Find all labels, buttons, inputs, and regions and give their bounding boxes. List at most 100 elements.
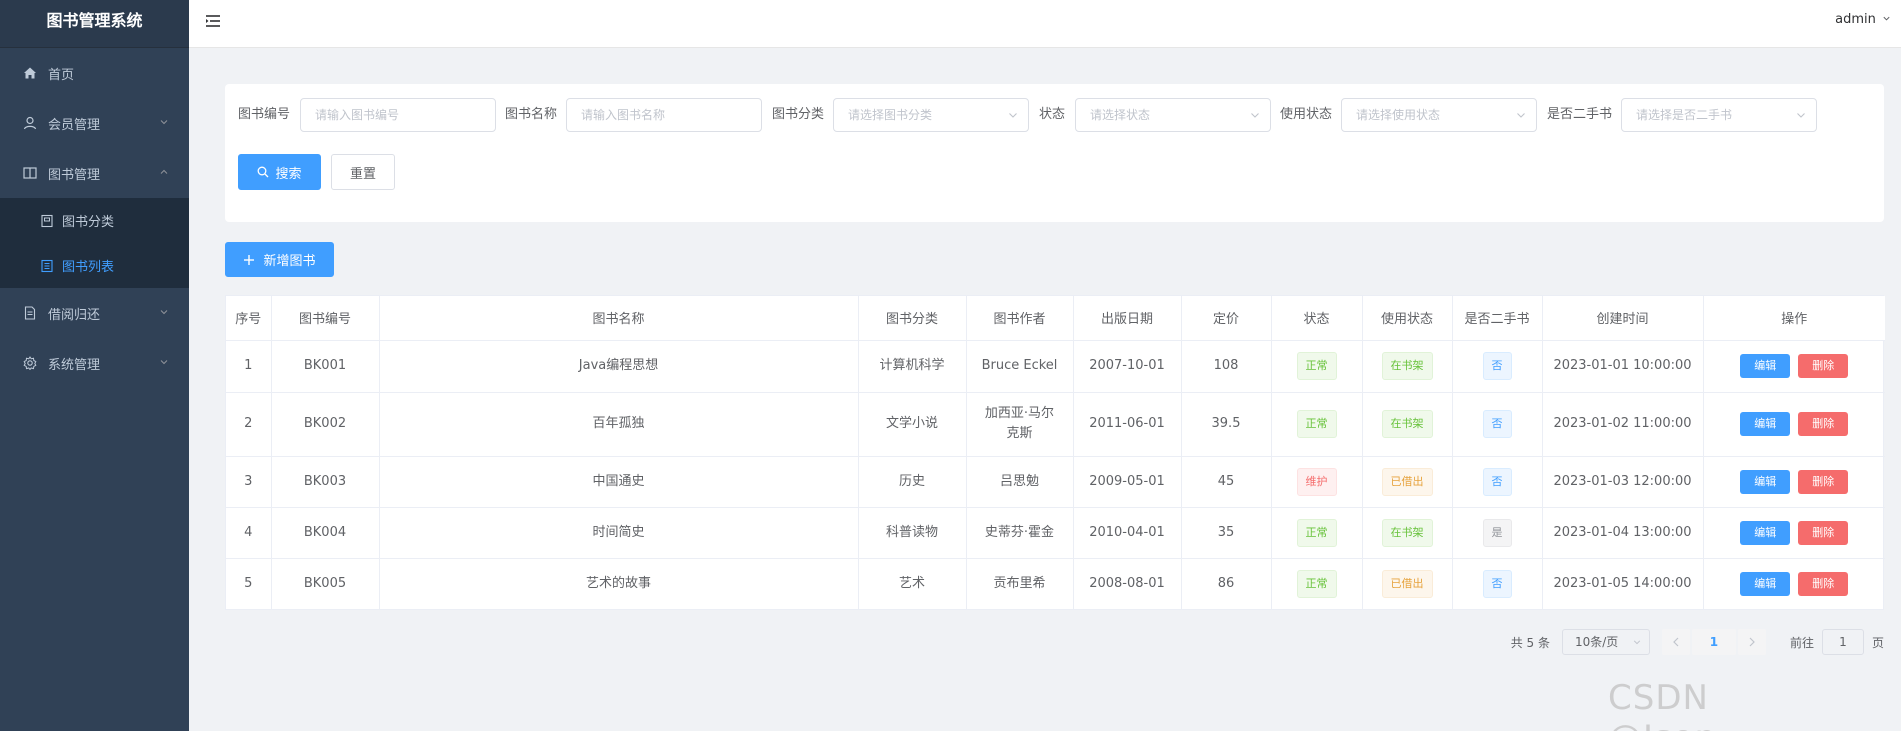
use-status-select[interactable]: 请选择使用状态 bbox=[1341, 98, 1537, 132]
book-name-input[interactable]: 请输入图书名称 bbox=[566, 98, 762, 132]
book-category-select[interactable]: 请选择图书分类 bbox=[833, 98, 1029, 132]
second-hand-badge: 否 bbox=[1482, 410, 1512, 438]
chevron-right-icon bbox=[1749, 637, 1755, 647]
second-hand-badge: 是 bbox=[1482, 518, 1512, 547]
table-header-row: 序号 图书编号 图书名称 图书分类 图书作者 出版日期 定价 状态 使用状态 是… bbox=[226, 296, 1885, 341]
book-category: 科普读物 bbox=[858, 507, 967, 559]
book-name: 艺术的故事 bbox=[379, 558, 859, 609]
row-index: 3 bbox=[226, 456, 272, 508]
use-status-badge: 在书架 bbox=[1381, 352, 1433, 380]
sidebar-item-borrow[interactable]: 借阅归还 bbox=[0, 288, 189, 338]
created-time: 2023-01-02 11:00:00 bbox=[1542, 392, 1704, 457]
publish-date: 2010-04-01 bbox=[1073, 507, 1182, 559]
delete-button[interactable]: 删除 bbox=[1798, 469, 1849, 494]
chevron-down-icon bbox=[1797, 113, 1805, 118]
column-header: 图书作者 bbox=[966, 296, 1074, 341]
plus-icon bbox=[244, 254, 255, 265]
chevron-down-icon bbox=[1517, 113, 1525, 118]
row-index: 2 bbox=[226, 392, 272, 457]
book-author: 吕思勉 bbox=[966, 456, 1074, 508]
goto-suffix: 页 bbox=[1871, 635, 1884, 650]
sidebar-item-books[interactable]: 图书管理 bbox=[0, 148, 189, 198]
chevron-down-icon bbox=[1883, 16, 1890, 21]
book-name: Java编程思想 bbox=[379, 340, 859, 393]
sidebar-item-label: 图书列表 bbox=[62, 260, 115, 275]
use-status-badge: 已借出 bbox=[1381, 569, 1433, 598]
delete-button[interactable]: 删除 bbox=[1798, 571, 1849, 596]
page-size-select[interactable]: 10条/页 bbox=[1561, 629, 1650, 655]
book-author: 加西亚·马尔克斯 bbox=[966, 392, 1074, 457]
sidebar-item-label: 图书分类 bbox=[62, 215, 115, 230]
book-name-label: 图书名称 bbox=[505, 107, 558, 122]
sidebar-item-book-category[interactable]: 图书分类 bbox=[0, 198, 189, 243]
book-category: 计算机科学 bbox=[858, 340, 967, 393]
search-form: 图书编号 请输入图书编号 图书名称 请输入图书名称 图书分类 请选择图书分类 状… bbox=[225, 84, 1884, 222]
hamburger-icon[interactable] bbox=[205, 14, 221, 28]
topbar: admin bbox=[189, 0, 1901, 48]
column-header: 操作 bbox=[1703, 296, 1885, 341]
use-status-badge: 已借出 bbox=[1381, 467, 1433, 496]
row-index: 4 bbox=[226, 507, 272, 559]
publish-date: 2009-05-01 bbox=[1073, 456, 1182, 508]
chevron-down-icon bbox=[1251, 113, 1259, 118]
second-hand-label: 是否二手书 bbox=[1547, 107, 1613, 122]
home-icon bbox=[22, 65, 38, 81]
goto-label: 前往 bbox=[1789, 635, 1814, 650]
edit-button[interactable]: 编辑 bbox=[1740, 571, 1791, 596]
sidebar-item-label: 会员管理 bbox=[48, 117, 101, 133]
user-icon bbox=[22, 115, 38, 131]
use-status-badge: 在书架 bbox=[1381, 518, 1433, 547]
delete-button[interactable]: 删除 bbox=[1798, 520, 1849, 545]
book-submenu: 图书分类 图书列表 bbox=[0, 198, 189, 288]
search-button[interactable]: 搜索 bbox=[238, 154, 321, 190]
page-number[interactable]: 1 bbox=[1691, 629, 1736, 655]
column-header: 是否二手书 bbox=[1452, 296, 1543, 341]
goto-page-input[interactable]: 1 bbox=[1821, 629, 1864, 655]
next-page-button[interactable] bbox=[1737, 629, 1766, 655]
column-header: 出版日期 bbox=[1073, 296, 1182, 341]
book-author: Bruce Eckel bbox=[966, 340, 1074, 393]
status-select[interactable]: 请选择状态 bbox=[1075, 98, 1271, 132]
delete-button[interactable]: 删除 bbox=[1798, 354, 1849, 378]
second-hand-badge: 否 bbox=[1482, 467, 1512, 496]
book-category: 艺术 bbox=[858, 558, 967, 609]
total-count: 共 5 条 bbox=[1510, 635, 1550, 650]
column-header: 图书名称 bbox=[379, 296, 859, 341]
add-book-button[interactable]: 新增图书 bbox=[225, 242, 334, 277]
book-author: 贡布里希 bbox=[966, 558, 1074, 609]
reset-button[interactable]: 重置 bbox=[331, 154, 395, 190]
created-time: 2023-01-01 10:00:00 bbox=[1542, 340, 1704, 393]
table-row: 1 BK001 Java编程思想 计算机科学 Bruce Eckel 2007-… bbox=[226, 340, 1885, 393]
book-code: BK001 bbox=[271, 340, 380, 393]
second-hand-select[interactable]: 请选择是否二手书 bbox=[1621, 98, 1817, 132]
delete-button[interactable]: 删除 bbox=[1798, 412, 1849, 436]
list-icon bbox=[40, 259, 54, 273]
user-menu[interactable]: admin bbox=[1835, 12, 1891, 27]
sidebar-item-book-list[interactable]: 图书列表 bbox=[0, 243, 189, 288]
gear-icon bbox=[22, 355, 38, 371]
sidebar-item-members[interactable]: 会员管理 bbox=[0, 98, 189, 148]
book-code-input[interactable]: 请输入图书编号 bbox=[300, 98, 496, 132]
created-time: 2023-01-05 14:00:00 bbox=[1542, 558, 1704, 609]
book-code: BK002 bbox=[271, 392, 380, 457]
table-row: 3 BK003 中国通史 历史 吕思勉 2009-05-01 45 维护 已借出… bbox=[226, 456, 1885, 508]
row-index: 1 bbox=[226, 340, 272, 393]
book-name: 中国通史 bbox=[379, 456, 859, 508]
edit-button[interactable]: 编辑 bbox=[1740, 520, 1791, 545]
table-row: 2 BK002 百年孤独 文学小说 加西亚·马尔克斯 2011-06-01 39… bbox=[226, 392, 1885, 457]
sidebar-item-system[interactable]: 系统管理 bbox=[0, 338, 189, 388]
chevron-down-icon bbox=[1009, 113, 1017, 118]
publish-date: 2011-06-01 bbox=[1073, 392, 1182, 457]
publish-date: 2008-08-01 bbox=[1073, 558, 1182, 609]
edit-button[interactable]: 编辑 bbox=[1740, 469, 1791, 494]
created-time: 2023-01-04 13:00:00 bbox=[1542, 507, 1704, 559]
edit-button[interactable]: 编辑 bbox=[1740, 412, 1791, 436]
user-name: admin bbox=[1835, 12, 1876, 27]
chevron-down-icon bbox=[160, 360, 168, 365]
sidebar-item-home[interactable]: 首页 bbox=[0, 48, 189, 98]
book-code-label: 图书编号 bbox=[238, 107, 291, 122]
edit-button[interactable]: 编辑 bbox=[1740, 354, 1791, 378]
column-header: 序号 bbox=[226, 296, 272, 341]
chevron-up-icon bbox=[160, 169, 168, 174]
prev-page-button[interactable] bbox=[1661, 629, 1690, 655]
